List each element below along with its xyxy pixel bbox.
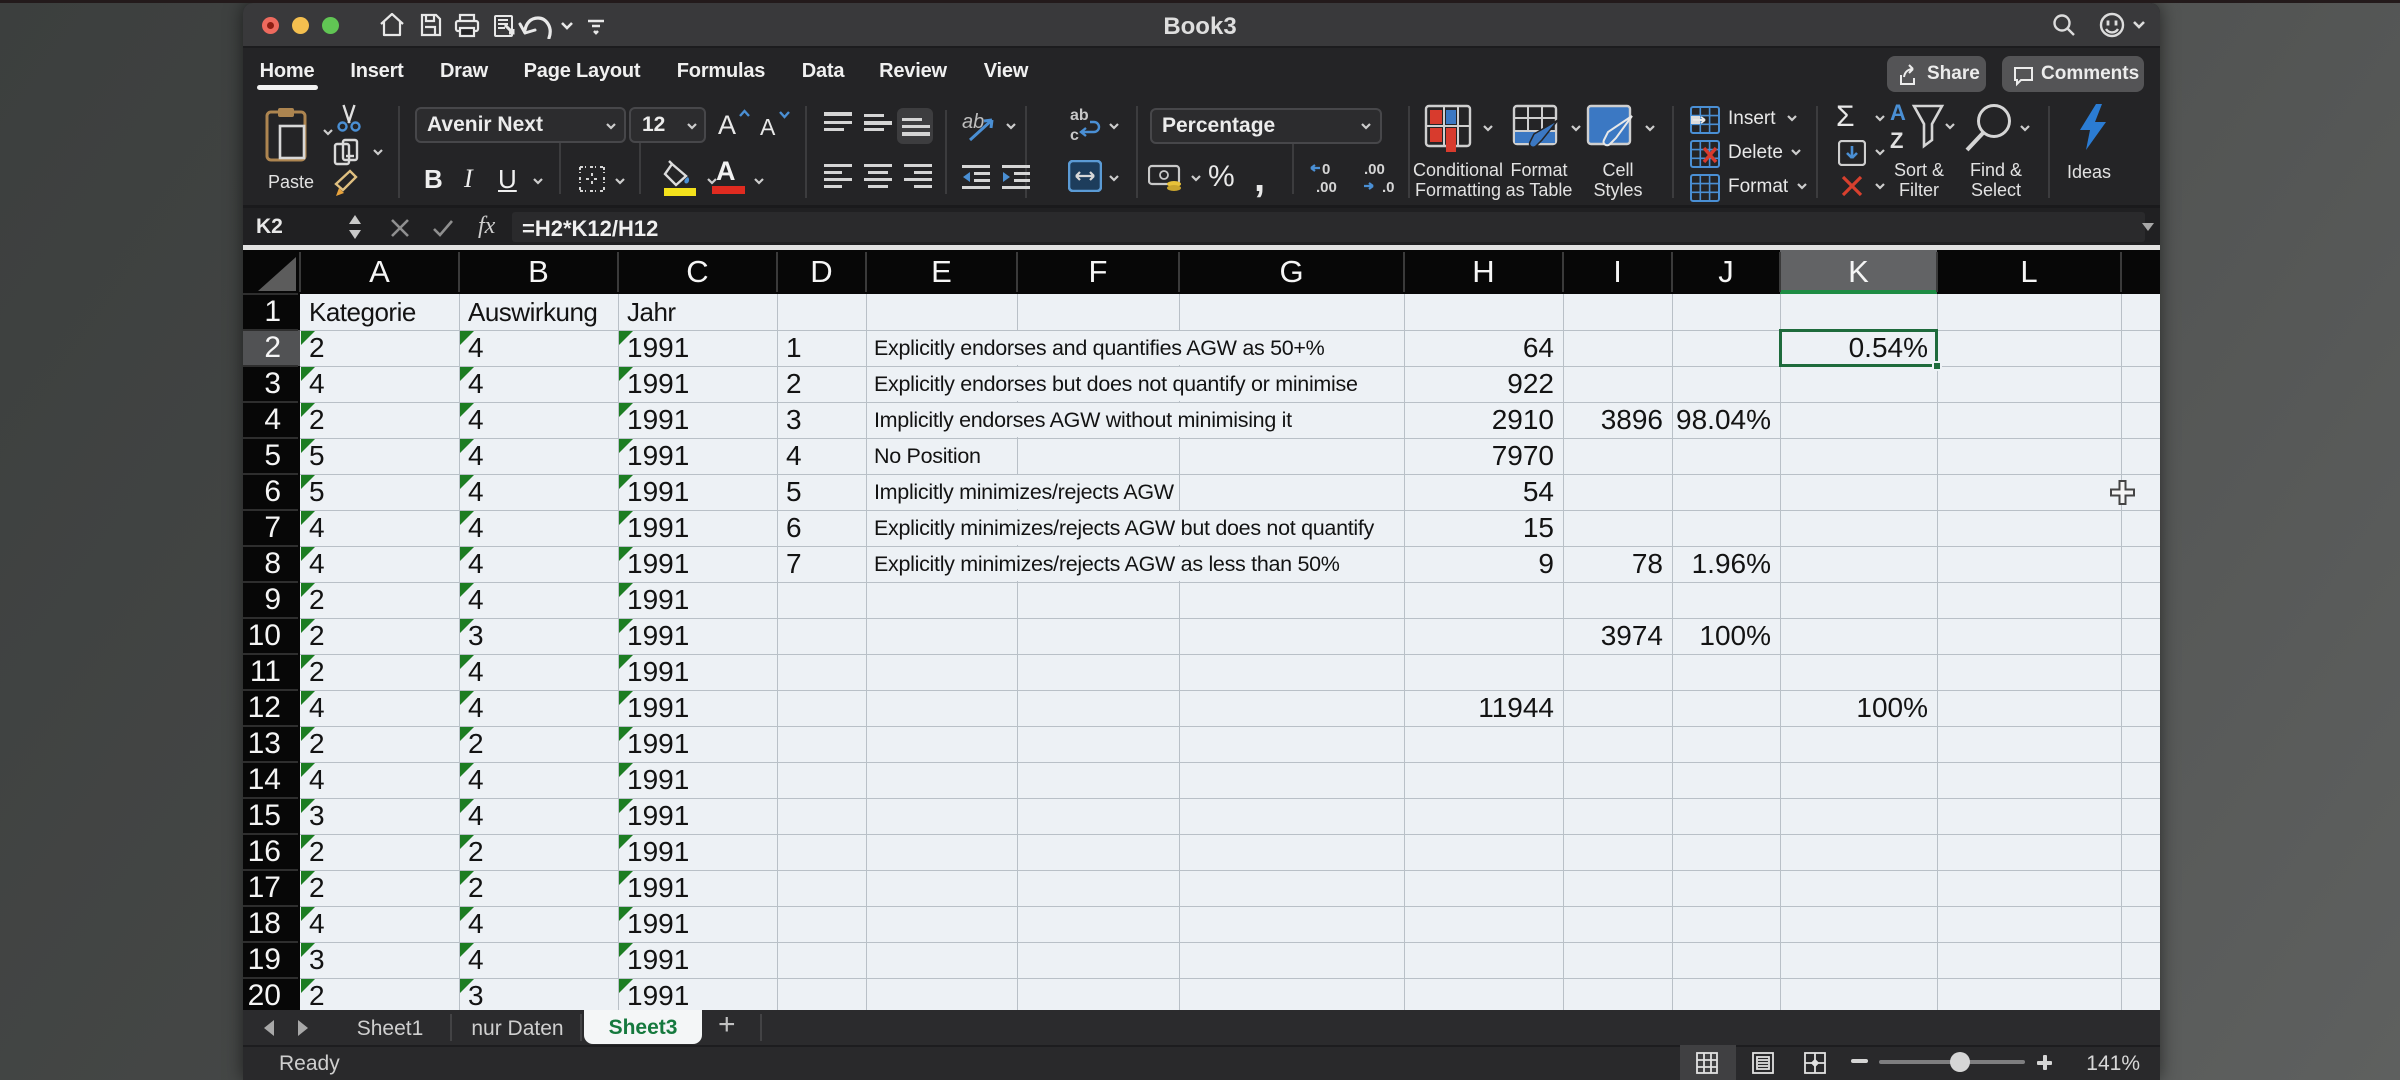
svg-text:0: 0 (1322, 161, 1330, 178)
svg-text:.00: .00 (1364, 161, 1385, 178)
svg-text:c: c (1070, 127, 1079, 144)
svg-text:A: A (1890, 100, 1906, 125)
svg-text:Z: Z (1890, 128, 1903, 152)
svg-text:ab: ab (1070, 107, 1089, 124)
svg-text:.00: .00 (1316, 179, 1337, 194)
